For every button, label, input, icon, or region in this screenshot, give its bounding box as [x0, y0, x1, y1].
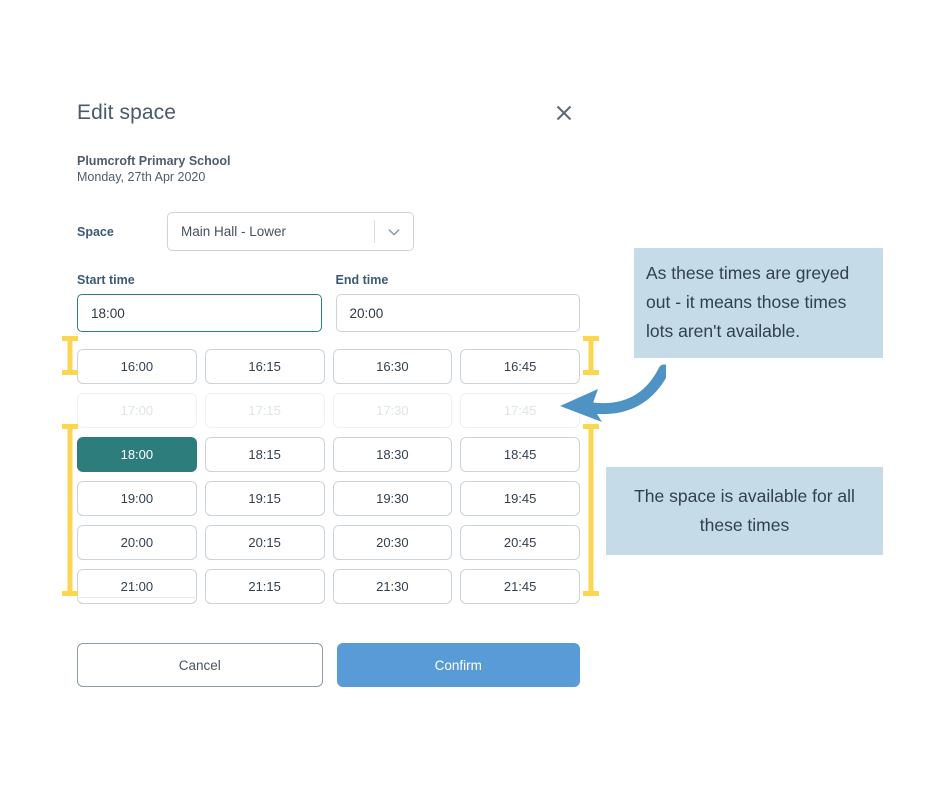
- end-time-input[interactable]: 20:00: [335, 294, 580, 332]
- bracket-left-bottom: [62, 424, 78, 596]
- start-time-label: Start time: [77, 273, 135, 287]
- time-slot[interactable]: 16:15: [204, 349, 325, 384]
- time-slot[interactable]: 20:00: [77, 525, 197, 560]
- time-slot[interactable]: 21:15: [204, 569, 325, 604]
- time-fields: Start time 18:00 End time 20:00: [77, 273, 580, 332]
- time-slot[interactable]: 20:45: [460, 525, 580, 560]
- cancel-button[interactable]: Cancel: [77, 643, 323, 687]
- time-slot[interactable]: 19:45: [460, 481, 580, 516]
- time-slot[interactable]: 19:15: [204, 481, 325, 516]
- dialog-footer: Cancel Confirm: [77, 643, 580, 687]
- curved-arrow-icon: [546, 364, 670, 436]
- dialog-header: Edit space: [77, 100, 580, 134]
- chevron-down-icon: [386, 224, 402, 240]
- time-slot: 17:30: [332, 393, 453, 428]
- edit-space-dialog: Edit space Plumcroft Primary School Mond…: [77, 100, 580, 687]
- time-slot[interactable]: 16:30: [332, 349, 453, 384]
- bracket-cap-top: [583, 336, 599, 341]
- time-slot-grid: 16:00 16:15 16:30 16:45 17:00 17:15 17:30 17:45…: [77, 349, 580, 604]
- time-slot[interactable]: 16:00: [77, 349, 197, 384]
- callout-available-times: The space is available for all these tim…: [606, 467, 883, 555]
- bracket-stem: [588, 424, 594, 596]
- start-time-input[interactable]: 18:00: [77, 294, 322, 332]
- bracket-cap-bottom: [62, 370, 78, 375]
- time-slot[interactable]: 18:00: [77, 437, 197, 472]
- page-title: Edit space: [77, 101, 177, 124]
- time-slot[interactable]: 20:30: [332, 525, 453, 560]
- bracket-stem: [67, 424, 73, 596]
- callout-greyed-times: As these times are greyed out - it means…: [634, 248, 883, 358]
- time-slot[interactable]: 18:30: [332, 437, 453, 472]
- confirm-button[interactable]: Confirm: [336, 643, 580, 687]
- end-time-label: End time: [335, 273, 389, 287]
- end-time-field: End time 20:00: [335, 273, 580, 332]
- time-slot: 17:00: [77, 393, 197, 428]
- bracket-cap-bottom: [62, 591, 78, 596]
- time-slot: 17:15: [204, 393, 325, 428]
- bracket-cap-top: [62, 424, 78, 429]
- space-select[interactable]: Main Hall - Lower: [167, 212, 414, 251]
- time-slot[interactable]: 21:00: [77, 569, 197, 604]
- slot-grid-cutoff-edge: [77, 597, 195, 598]
- space-label: Space: [77, 224, 114, 239]
- space-select-value: Main Hall - Lower: [181, 224, 287, 239]
- start-time-field: Start time 18:00: [77, 273, 322, 332]
- time-slot[interactable]: 21:45: [460, 569, 580, 604]
- select-divider: [374, 220, 375, 243]
- time-slot[interactable]: 21:30: [332, 569, 453, 604]
- time-slot[interactable]: 18:15: [204, 437, 325, 472]
- organisation-name: Plumcroft Primary School: [77, 154, 231, 168]
- bracket-right-bottom: [583, 424, 599, 596]
- time-slot[interactable]: 20:15: [204, 525, 325, 560]
- bracket-cap-top: [62, 336, 78, 341]
- time-slot[interactable]: 19:30: [332, 481, 453, 516]
- bracket-left-top: [62, 336, 78, 375]
- space-row: Space Main Hall - Lower: [77, 212, 580, 251]
- time-slot[interactable]: 18:45: [460, 437, 580, 472]
- booking-date: Monday, 27th Apr 2020: [77, 170, 206, 184]
- bracket-cap-bottom: [583, 591, 599, 596]
- time-slot[interactable]: 19:00: [77, 481, 197, 516]
- close-icon[interactable]: [553, 102, 575, 124]
